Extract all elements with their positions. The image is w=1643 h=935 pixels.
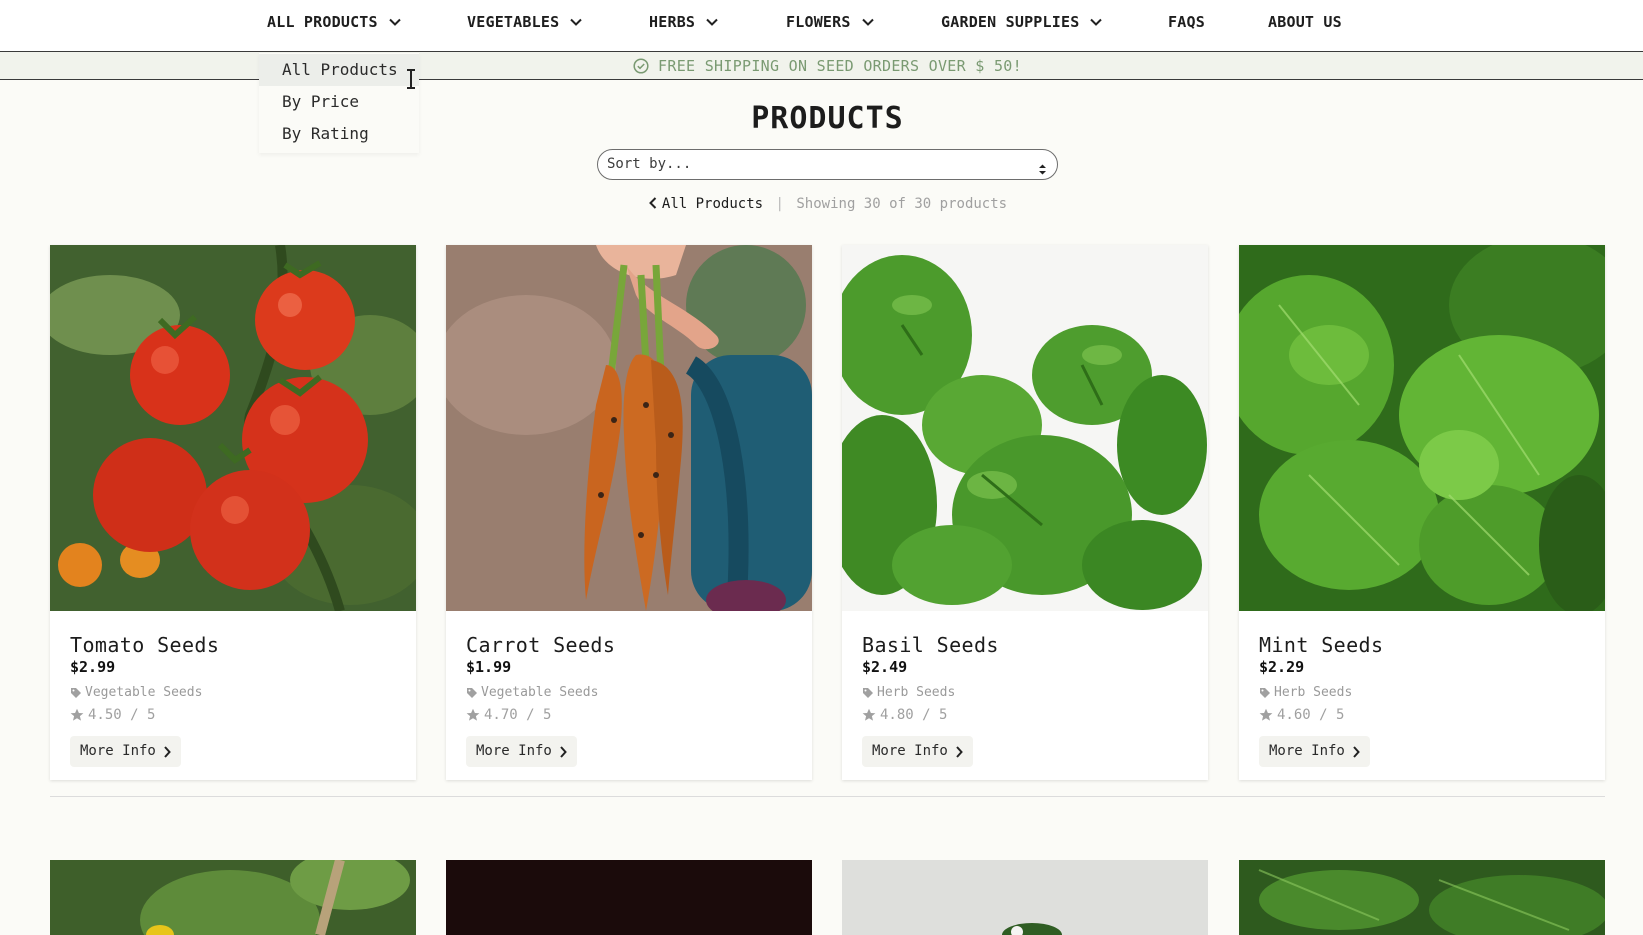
- product-card-partial: [1239, 860, 1605, 935]
- product-card: Mint Seeds $2.29 Herb Seeds 4.60 / 5 Mor…: [1239, 245, 1605, 780]
- more-info-label: More Info: [1269, 743, 1345, 759]
- chevron-left-icon: [648, 197, 657, 209]
- product-rating: 4.50 / 5: [70, 707, 155, 723]
- nav-faqs[interactable]: FAQS: [1168, 13, 1205, 31]
- more-info-label: More Info: [476, 743, 552, 759]
- star-icon: [862, 708, 876, 721]
- product-category: Vegetable Seeds: [466, 685, 598, 700]
- category-label: Herb Seeds: [1274, 685, 1353, 700]
- nav-label: VEGETABLES: [467, 13, 560, 31]
- rating-value: 4.70 / 5: [484, 707, 552, 723]
- product-rating: 4.60 / 5: [1259, 707, 1344, 723]
- product-price: $2.49: [862, 658, 908, 676]
- dropdown-item-all-products[interactable]: All Products: [259, 54, 419, 86]
- product-image[interactable]: [50, 245, 416, 611]
- rating-value: 4.60 / 5: [1277, 707, 1345, 723]
- product-count: Showing 30 of 30 products: [796, 196, 1008, 212]
- star-icon: [466, 708, 480, 721]
- tag-icon: [71, 687, 81, 698]
- product-image[interactable]: [446, 860, 812, 935]
- all-products-dropdown: All Products By Price By Rating: [259, 53, 419, 153]
- more-info-label: More Info: [872, 743, 948, 759]
- breadcrumb: All Products | Showing 30 of 30 products: [0, 196, 1643, 212]
- nav-label: FLOWERS: [786, 13, 851, 31]
- product-card: Carrot Seeds $1.99 Vegetable Seeds 4.70 …: [446, 245, 812, 780]
- category-label: Vegetable Seeds: [85, 685, 203, 700]
- nav-vegetables[interactable]: VEGETABLES: [467, 13, 583, 31]
- rating-value: 4.80 / 5: [880, 707, 948, 723]
- nav-label: ALL PRODUCTS: [267, 13, 378, 31]
- nav-about-us[interactable]: ABOUT US: [1268, 13, 1342, 31]
- more-info-button[interactable]: More Info: [1259, 736, 1370, 767]
- chevron-down-icon: [1089, 15, 1103, 29]
- chevron-down-icon: [569, 15, 583, 29]
- product-name[interactable]: Tomato Seeds: [70, 633, 219, 657]
- product-image[interactable]: [1239, 245, 1605, 611]
- product-image[interactable]: [1239, 860, 1605, 935]
- nav-label: ABOUT US: [1268, 13, 1342, 31]
- product-rating: 4.80 / 5: [862, 707, 947, 723]
- banner-text: FREE SHIPPING ON SEED ORDERS OVER $ 50!: [658, 56, 1022, 75]
- product-card-partial: [446, 860, 812, 935]
- nav-label: HERBS: [649, 13, 696, 31]
- tag-icon: [1260, 687, 1270, 698]
- more-info-button[interactable]: More Info: [862, 736, 973, 767]
- product-image[interactable]: [446, 245, 812, 611]
- product-card-partial: [50, 860, 416, 935]
- more-info-button[interactable]: More Info: [70, 736, 181, 767]
- select-arrows-icon: [1038, 158, 1047, 175]
- product-category: Vegetable Seeds: [70, 685, 202, 700]
- breadcrumb-separator: |: [775, 196, 784, 212]
- product-card-partial: [842, 860, 1208, 935]
- back-all-products-link[interactable]: All Products: [648, 196, 772, 212]
- rating-value: 4.50 / 5: [88, 707, 156, 723]
- product-name[interactable]: Mint Seeds: [1259, 633, 1383, 657]
- nav-all-products[interactable]: ALL PRODUCTS: [267, 13, 402, 31]
- dropdown-item-by-rating[interactable]: By Rating: [259, 118, 419, 150]
- product-image[interactable]: [842, 245, 1208, 611]
- chevron-down-icon: [861, 15, 875, 29]
- product-card: Basil Seeds $2.49 Herb Seeds 4.80 / 5 Mo…: [842, 245, 1208, 780]
- text-cursor-icon: [406, 69, 416, 89]
- product-category: Herb Seeds: [862, 685, 955, 700]
- product-price: $1.99: [466, 658, 512, 676]
- product-name[interactable]: Carrot Seeds: [466, 633, 615, 657]
- category-label: Vegetable Seeds: [481, 685, 599, 700]
- chevron-right-icon: [164, 745, 171, 758]
- product-price: $2.99: [70, 658, 116, 676]
- shipping-banner: FREE SHIPPING ON SEED ORDERS OVER $ 50!: [0, 52, 1643, 80]
- tag-icon: [467, 687, 477, 698]
- more-info-button[interactable]: More Info: [466, 736, 577, 767]
- sort-placeholder: Sort by...: [607, 156, 692, 172]
- product-category: Herb Seeds: [1259, 685, 1352, 700]
- main-nav: ALL PRODUCTS VEGETABLES HERBS FLOWERS GA…: [0, 0, 1643, 52]
- product-card: Tomato Seeds $2.99 Vegetable Seeds 4.50 …: [50, 245, 416, 780]
- chevron-down-icon: [705, 15, 719, 29]
- product-price: $2.29: [1259, 658, 1305, 676]
- dropdown-item-by-price[interactable]: By Price: [259, 86, 419, 118]
- product-image[interactable]: [842, 860, 1208, 935]
- category-label: Herb Seeds: [877, 685, 956, 700]
- nav-garden-supplies[interactable]: GARDEN SUPPLIES: [941, 13, 1103, 31]
- tag-icon: [863, 687, 873, 698]
- star-icon: [70, 708, 84, 721]
- row-divider: [50, 796, 1605, 797]
- chevron-right-icon: [1353, 745, 1360, 758]
- check-circle-icon: [633, 57, 649, 74]
- product-image[interactable]: [50, 860, 416, 935]
- sort-select[interactable]: Sort by...: [597, 149, 1058, 180]
- product-name[interactable]: Basil Seeds: [862, 633, 999, 657]
- product-rating: 4.70 / 5: [466, 707, 551, 723]
- nav-flowers[interactable]: FLOWERS: [786, 13, 875, 31]
- star-icon: [1259, 708, 1273, 721]
- more-info-label: More Info: [80, 743, 156, 759]
- chevron-right-icon: [560, 745, 567, 758]
- back-label: All Products: [661, 196, 764, 212]
- chevron-down-icon: [388, 15, 402, 29]
- chevron-right-icon: [956, 745, 963, 758]
- nav-herbs[interactable]: HERBS: [649, 13, 719, 31]
- page-title: PRODUCTS: [751, 101, 904, 136]
- nav-label: FAQS: [1168, 13, 1205, 31]
- nav-label: GARDEN SUPPLIES: [941, 13, 1080, 31]
